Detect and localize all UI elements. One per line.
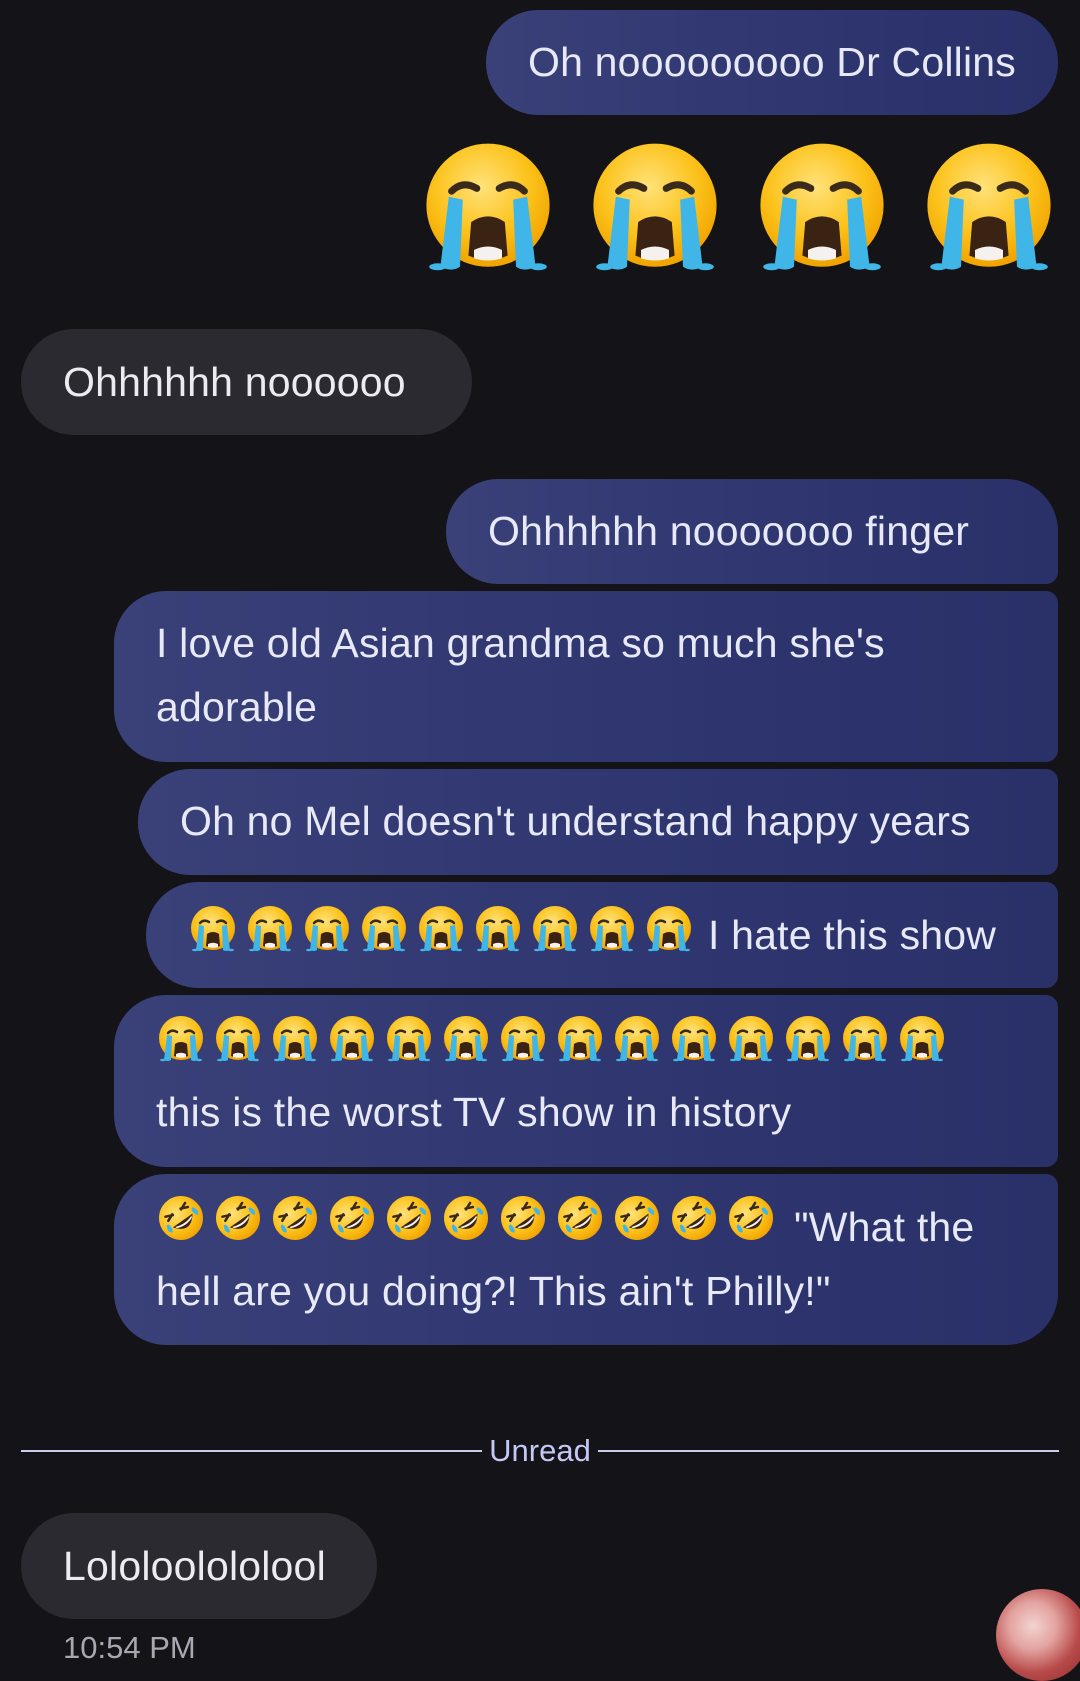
loudly-crying-face-icon [416,904,466,972]
message-text: Oh no Mel doesn't understand happy years [180,798,971,844]
emoji-sequence [156,1014,947,1082]
loudly-crying-face-icon [302,904,352,972]
divider-line [597,1450,1059,1452]
rolling-on-floor-laughing-icon [156,1193,206,1261]
loudly-crying-face-icon [726,1014,776,1082]
rolling-on-floor-laughing-icon [384,1193,434,1261]
outgoing-message-bubble[interactable]: I love old Asian grandma so much she's a… [114,591,1058,762]
rolling-on-floor-laughing-icon [498,1193,548,1261]
incoming-message-bubble[interactable]: Lololoolololool [21,1513,377,1619]
message-text: Lololoolololool [63,1543,326,1589]
emoji-sequence [188,904,694,972]
divider-line [21,1450,483,1452]
loudly-crying-face-icon [245,904,295,972]
outgoing-message-bubble[interactable]: Ohhhhhh nooooooo finger [446,479,1058,584]
loudly-crying-face-icon [612,1014,662,1082]
message-text-line: hell are you doing?! This ain't Philly!" [156,1268,831,1314]
outgoing-message-bubble[interactable]: this is the worst TV show in history [114,995,1058,1167]
loudly-crying-face-icon [327,1014,377,1082]
message-text-line: adorable [156,684,318,730]
loudly-crying-face-icon [213,1014,263,1082]
loudly-crying-face-icon [418,138,558,283]
rolling-on-floor-laughing-icon [441,1193,491,1261]
loudly-crying-face-icon [270,1014,320,1082]
loudly-crying-face-icon [752,138,892,283]
message-text: Ohhhhhh noooooo [63,359,406,405]
unread-label: Unread [489,1433,591,1468]
rolling-on-floor-laughing-icon [726,1193,776,1261]
message-text: I hate this show [708,912,997,958]
unread-divider: Unread [21,1431,1059,1471]
message-text: "What the [794,1204,975,1250]
rolling-on-floor-laughing-icon [270,1193,320,1261]
rolling-on-floor-laughing-icon [327,1193,377,1261]
loudly-crying-face-icon [783,1014,833,1082]
outgoing-message-bubble[interactable]: Oh nooooooooo Dr Collins [486,10,1058,115]
rolling-on-floor-laughing-icon [669,1193,719,1261]
incoming-message-bubble[interactable]: Ohhhhhh noooooo [21,329,472,435]
loudly-crying-face-icon [384,1014,434,1082]
message-text-line: this is the worst TV show in history [156,1089,792,1135]
loudly-crying-face-icon [530,904,580,972]
loudly-crying-face-icon [669,1014,719,1082]
outgoing-message-bubble[interactable]: Oh no Mel doesn't understand happy years [138,769,1058,875]
loudly-crying-face-icon [644,904,694,972]
loudly-crying-face-icon [587,904,637,972]
loudly-crying-face-icon [441,1014,491,1082]
outgoing-message-bubble[interactable]: "What the hell are you doing?! This ain'… [114,1174,1058,1345]
loudly-crying-face-icon [555,1014,605,1082]
loudly-crying-face-icon [156,1014,206,1082]
loudly-crying-face-icon [919,138,1059,283]
message-text: Oh nooooooooo Dr Collins [528,39,1016,85]
outgoing-message-bubble[interactable]: I hate this show [146,882,1058,988]
rolling-on-floor-laughing-icon [612,1193,662,1261]
rolling-on-floor-laughing-icon [213,1193,263,1261]
emoji-sequence [156,1193,776,1261]
loudly-crying-face-icon [473,904,523,972]
message-timestamp: 10:54 PM [63,1630,196,1665]
loudly-crying-face-icon [188,904,238,972]
loudly-crying-face-icon [359,904,409,972]
rolling-on-floor-laughing-icon [555,1193,605,1261]
loudly-crying-face-icon [840,1014,890,1082]
loudly-crying-face-icon [897,1014,947,1082]
message-text-line: I love old Asian grandma so much she's [156,620,885,666]
loudly-crying-face-icon [585,138,725,283]
contact-avatar[interactable] [996,1589,1080,1681]
loudly-crying-face-icon [498,1014,548,1082]
message-text: Ohhhhhh nooooooo finger [488,508,970,554]
large-emoji-message[interactable] [418,140,1059,280]
